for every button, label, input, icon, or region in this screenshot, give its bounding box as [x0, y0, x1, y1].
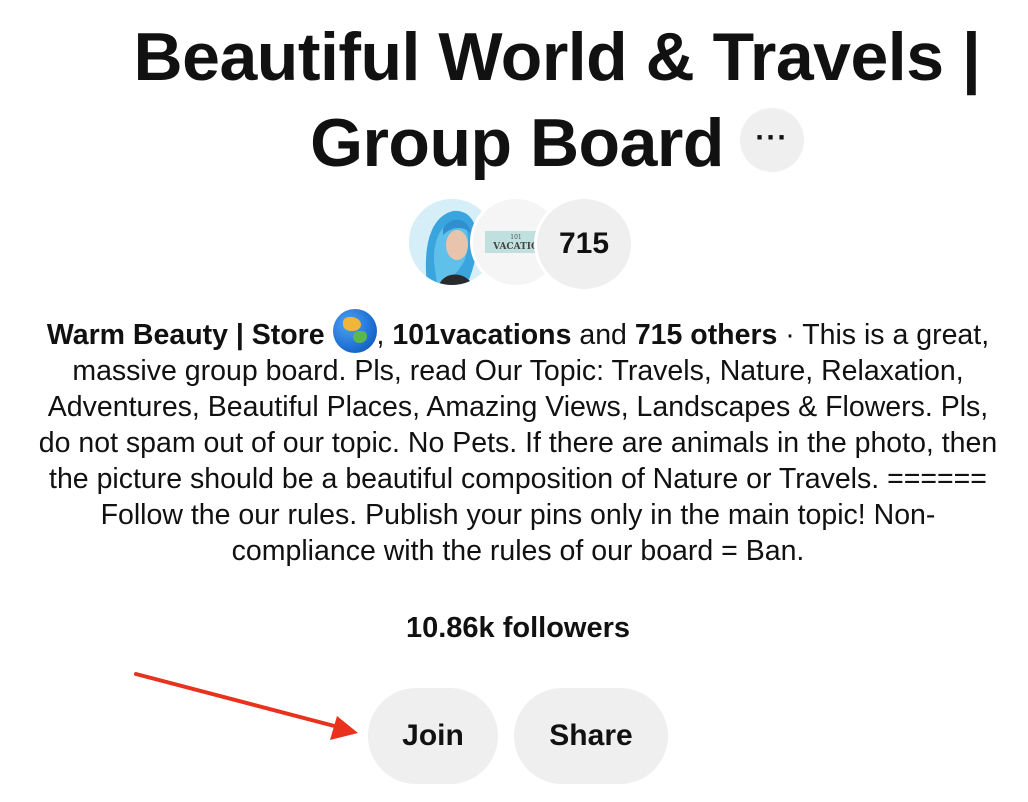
- collaborator-link-101vacations[interactable]: 101vacations: [392, 319, 571, 351]
- board-title-line-2: Group Board ···: [0, 100, 1028, 186]
- join-button[interactable]: Join: [368, 688, 498, 784]
- collaborator-link-warm-beauty[interactable]: Warm Beauty | Store: [47, 309, 377, 353]
- avatar-logo-top: 101: [510, 234, 521, 241]
- separator-comma: ,: [376, 319, 393, 351]
- separator-dot: ·: [777, 319, 803, 351]
- separator-and: and: [571, 319, 635, 351]
- board-title: Beautiful World & Travels | Group Board ·…: [0, 14, 1028, 186]
- avatar-logo-main: VACATIO: [492, 242, 539, 252]
- collaborators-others-link[interactable]: 715 others: [635, 319, 778, 351]
- collaborator-count[interactable]: 715: [534, 196, 634, 292]
- share-button[interactable]: Share: [514, 688, 668, 784]
- more-options-button[interactable]: ···: [739, 108, 804, 173]
- collaborator-name-1[interactable]: Warm Beauty | Store: [47, 319, 333, 351]
- board-title-line-1: Beautiful World & Travels |: [133, 19, 981, 95]
- globe-icon: [332, 309, 377, 353]
- followers-count[interactable]: 10.86k followers: [0, 612, 1028, 645]
- more-icon: ···: [755, 121, 789, 155]
- description-text: This is a great, massive group board. Pl…: [38, 319, 998, 567]
- collaborators-avatars[interactable]: 101 VACATIO 715: [406, 196, 636, 292]
- board-title-text-2: Group Board: [310, 105, 724, 181]
- board-description: Warm Beauty | Store , 101vacations and 7…: [30, 309, 1006, 569]
